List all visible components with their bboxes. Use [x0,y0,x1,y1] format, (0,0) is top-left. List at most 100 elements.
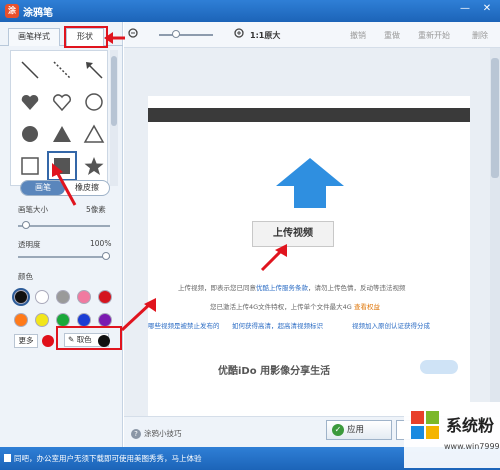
left-tabs: 画笔样式 形状 [0,28,123,46]
color-picker-label: 取色 [76,335,92,344]
title-bar: 涂 涂鸦笔 — ✕ [0,0,500,22]
color-swatch[interactable] [14,290,28,304]
upload-video-button[interactable]: 上传视频 [252,221,334,247]
circle-outline-icon [85,93,103,111]
status-text[interactable]: 同吧，办公室用户无须下载即可使用美图秀秀，马上体验 [14,454,202,463]
square-outline-shape-button[interactable] [15,151,45,181]
star-shape-button[interactable] [79,151,109,181]
promo-heading: 优酷iDo 用影像分享生活 [218,366,331,377]
zoom-knob[interactable] [172,30,180,38]
color-swatch[interactable] [98,313,112,327]
scroll-thumb[interactable] [111,56,117,126]
tab-shape[interactable]: 形状 [66,28,104,46]
opacity-value: 100% [90,239,112,248]
forbidden-videos-link[interactable]: 哪些视频是被禁止发布的 [148,320,220,330]
color-swatch[interactable] [35,313,49,327]
color-label: 颜色 [18,272,33,281]
circle-filled-shape-button[interactable] [15,119,45,149]
upload-notice-text-2: ，请勿上传色情，反动等违法视频 [308,284,406,292]
tab-brush-style[interactable]: 画笔样式 [8,28,60,46]
shape-grid [10,50,108,186]
square-outline-icon [21,157,39,175]
line-shape-button[interactable] [15,55,45,85]
brush-size-value: 5像素 [86,205,106,214]
redo-button[interactable]: 重做 [384,30,400,41]
mode-toggle: 画笔 橡皮擦 [20,180,110,196]
canvas-scroll-thumb[interactable] [491,58,499,178]
upload-terms-link[interactable]: 优酷上传服务条款 [256,284,308,292]
eraser-mode-button[interactable]: 橡皮擦 [65,181,109,195]
brush-size-slider[interactable] [18,225,110,227]
dashed-line-icon [53,61,71,79]
canvas-scrollbar[interactable] [490,48,500,416]
square-filled-shape-button[interactable] [47,151,77,181]
tips-link[interactable]: ? 涂鸦小技巧 [131,428,182,439]
apply-label: 应用 [347,425,365,435]
toolbar: 1:1原大 撤销 重做 重新开始 删除 [124,22,500,48]
app-logo-icon: 涂 [5,4,19,18]
heart-filled-icon [21,94,39,110]
speaker-icon [4,454,11,462]
eyedropper-icon: ✎ [68,335,75,344]
close-button[interactable]: ✕ [480,3,494,14]
color-swatch[interactable] [98,290,112,304]
promo-bubble [420,360,458,374]
picked-color-swatch [98,335,110,347]
more-colors-button[interactable]: 更多 [14,334,38,348]
original-cert-link[interactable]: 视频加入原创认证获得分成 [352,320,430,330]
star-icon [84,157,104,175]
circle-outline-shape-button[interactable] [79,87,109,117]
help-icon: ? [131,429,141,439]
heart-filled-shape-button[interactable] [15,87,45,117]
privilege-text: 您已激活上传4G文件特权，上传单个文件最大4G [210,303,352,311]
color-swatch[interactable] [56,290,70,304]
opacity-slider[interactable] [18,256,110,258]
window-controls: — ✕ [458,3,494,14]
tips-label: 涂鸦小技巧 [144,429,182,438]
undo-button[interactable]: 撤销 [350,30,366,41]
watermark: 系统粉 www.win7999.com [404,402,500,468]
color-swatch[interactable] [35,290,49,304]
triangle-outline-shape-button[interactable] [79,119,109,149]
arrow-shape-button[interactable] [79,55,109,85]
zoom-in-icon[interactable] [234,28,245,39]
brush-size-label: 画笔大小 [18,205,48,214]
windows-logo-icon [411,411,439,439]
pen-mode-button[interactable]: 画笔 [21,181,65,195]
triangle-filled-shape-button[interactable] [47,119,77,149]
opacity-knob[interactable] [102,252,110,260]
square-filled-icon [54,158,70,174]
color-swatch[interactable] [77,290,91,304]
color-swatch[interactable] [77,313,91,327]
line-icon [21,61,39,79]
hd-label-link[interactable]: 如何获得高清，超高清视频标识 [232,320,323,330]
brush-size-knob[interactable] [22,221,30,229]
opacity-label: 透明度 [18,240,41,249]
restart-button[interactable]: 重新开始 [418,30,450,41]
view-privilege-link[interactable]: 查看权益 [354,303,380,311]
upload-notice: 上传视频，即表示您已同意优酷上传服务条款，请勿上传色情，反动等违法视频 [178,282,406,292]
triangle-filled-icon [53,126,71,142]
minimize-button[interactable]: — [458,3,472,14]
check-icon: ✓ [332,424,344,436]
dashed-line-shape-button[interactable] [47,55,77,85]
canvas-page[interactable]: 上传视频 上传视频，即表示您已同意优酷上传服务条款，请勿上传色情，反动等违法视频… [148,96,470,416]
shape-list-scrollbar[interactable] [110,50,118,186]
privilege-notice: 您已激活上传4G文件特权，上传单个文件最大4G 查看权益 [210,301,380,311]
color-swatch[interactable] [14,313,28,327]
page-topbar [148,108,470,122]
zoom-out-icon[interactable] [128,28,139,39]
zoom-slider[interactable] [159,34,213,36]
zoom-original-button[interactable]: 1:1原大 [250,30,280,41]
upload-arrow-icon [276,158,344,208]
delete-button[interactable]: 删除 [472,30,488,41]
color-swatch[interactable] [56,313,70,327]
triangle-outline-icon [83,124,105,143]
watermark-title: 系统粉 [446,416,495,435]
watermark-url: www.win7999.com [444,442,500,451]
apply-button[interactable]: ✓ 应用 [326,420,392,440]
current-color-swatch [42,335,54,347]
heart-outline-shape-button[interactable] [47,87,77,117]
window-title: 涂鸦笔 [23,8,53,19]
arrow-icon [86,62,103,79]
